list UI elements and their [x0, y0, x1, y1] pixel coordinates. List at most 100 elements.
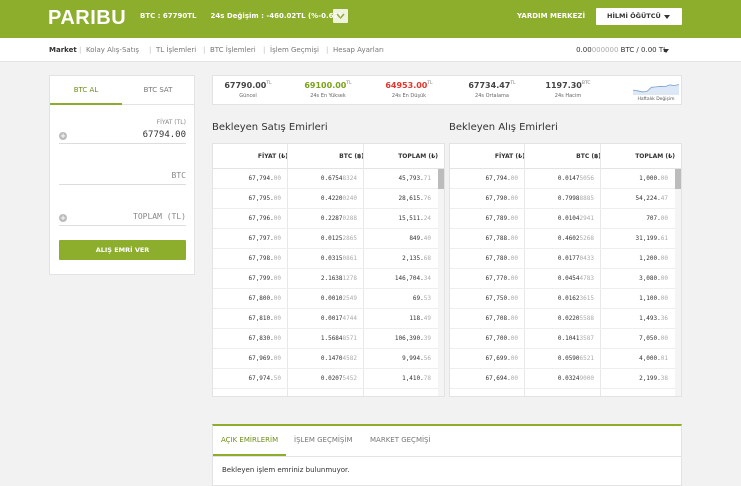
- btc-cell: 0.01475056: [557, 175, 594, 182]
- table-row[interactable]: 67,694.00 0.03249000 2,199.38: [450, 369, 676, 389]
- total-cell: 3,080.00: [639, 275, 668, 282]
- table-row[interactable]: 67,795.00 0.42200240 28,615.76: [213, 189, 439, 209]
- nav-islem-gecmisi[interactable]: İşlem Geçmişi: [270, 46, 319, 54]
- table-row[interactable]: 67,700.00 0.10413587 7,050.00: [450, 329, 676, 349]
- col-header-btc: BTC (฿): [576, 153, 601, 160]
- table-row[interactable]: 67,810.00 0.00174744 118.49: [213, 309, 439, 329]
- balance-display[interactable]: 0.00000000 BTC / 0.00 TL: [576, 46, 667, 54]
- buy-order-book: FİYAT (₺) BTC (฿) TOPLAM (₺) 67,794.00 0.…: [449, 143, 682, 397]
- place-buy-order-button[interactable]: ALIŞ EMRİ VER: [59, 240, 186, 260]
- table-row[interactable]: 67,750.00 0.01623615 1,100.00: [450, 289, 676, 309]
- sub-navigation: Market | Kolay Alış-Satış | TL İşlemleri…: [0, 38, 741, 62]
- table-row[interactable]: 67,788.00 0.46025268 31,199.61: [450, 229, 676, 249]
- weekly-change-sparkline[interactable]: Haftalık Değişim: [633, 80, 679, 102]
- nav-market[interactable]: Market: [49, 46, 77, 54]
- btc-cell: 0.79988885: [557, 195, 594, 202]
- price-cell: 67,794.00: [485, 175, 518, 182]
- empty-orders-message: Bekleyen işlem emriniz bulunmuyor.: [222, 466, 350, 474]
- nav-separator: |: [263, 46, 266, 54]
- table-row[interactable]: 67,796.00 0.22870288 15,511.24: [213, 209, 439, 229]
- user-name: HİLMİ ÖĞÜTCÜ: [607, 12, 661, 20]
- sell-book-header: FİYAT (₺) BTC (฿) TOPLAM (₺): [213, 144, 444, 169]
- help-center-link[interactable]: YARDIM MERKEZİ: [517, 12, 585, 20]
- scrollbar-thumb[interactable]: [438, 169, 444, 189]
- buy-order-rows: 67,794.00 0.01475056 1,000.00 67,790.00 0.79…: [450, 169, 676, 389]
- nav-kolay-alis-satis[interactable]: Kolay Alış-Satış: [86, 46, 139, 54]
- plus-icon[interactable]: +: [59, 214, 67, 222]
- btc-cell: 0.04544783: [557, 275, 594, 282]
- price-cell: 67,708.00: [485, 315, 518, 322]
- table-row[interactable]: 67,830.00 1.56848571 106,390.39: [213, 329, 439, 349]
- stat-current: 67790.00TL Güncel: [213, 81, 283, 99]
- tab-islem-gecmisim[interactable]: İŞLEM GEÇMİŞİM: [294, 436, 352, 444]
- table-row[interactable]: 67,974.50 0.02075452 1,410.78: [213, 369, 439, 389]
- price-cell: 67,770.00: [485, 275, 518, 282]
- table-row[interactable]: 67,797.00 0.01252865 849.40: [213, 229, 439, 249]
- nav-separator: |: [326, 46, 329, 54]
- scrollbar-track[interactable]: [438, 169, 444, 396]
- table-row[interactable]: 67,800.00 0.00102549 69.53: [213, 289, 439, 309]
- table-row[interactable]: 67,789.00 0.01042941 707.00: [450, 209, 676, 229]
- user-menu-button[interactable]: HİLMİ ÖĞÜTCÜ: [596, 8, 682, 25]
- btc-cell: 0.03150861: [320, 255, 357, 262]
- total-cell: 31,199.61: [635, 235, 668, 242]
- col-header-price: FİYAT (₺): [494, 153, 525, 160]
- nav-hesap-ayarlari[interactable]: Hesap Ayarları: [333, 46, 384, 54]
- tab-acik-emirlerim[interactable]: AÇIK EMİRLERİM: [221, 436, 278, 444]
- tab-market-gecmisi[interactable]: MARKET GEÇMİŞİ: [370, 436, 431, 444]
- table-row[interactable]: 67,708.00 0.02205588 1,493.36: [450, 309, 676, 329]
- scrollbar-thumb[interactable]: [675, 169, 681, 189]
- btc-cell: 0.00102549: [320, 295, 357, 302]
- price-cell: 67,795.00: [248, 195, 281, 202]
- total-cell: 54,224.47: [635, 195, 668, 202]
- table-row[interactable]: 67,794.00 0.67548324 45,793.71: [213, 169, 439, 189]
- btc-cell: 0.02205588: [557, 315, 594, 322]
- table-row[interactable]: 67,699.00 0.05906521 4,000.01: [450, 349, 676, 369]
- table-row[interactable]: 67,780.00 0.01770433 1,200.00: [450, 249, 676, 269]
- table-row[interactable]: 67,798.00 0.03150861 2,135.68: [213, 249, 439, 269]
- nav-tl-islemleri[interactable]: TL İşlemleri: [156, 46, 196, 54]
- table-row[interactable]: 67,969.00 0.14704582 9,994.56: [213, 349, 439, 369]
- price-cell: 67,798.00: [248, 255, 281, 262]
- btc-cell: 0.02075452: [320, 375, 357, 382]
- ticker-dropdown-button[interactable]: [333, 9, 348, 23]
- total-cell: 118.49: [409, 315, 431, 322]
- stat-value: 69100.00TL: [304, 81, 352, 90]
- btc-amount-input[interactable]: BTC: [172, 171, 186, 180]
- stat-24h-low: 64953.00TL 24s En Düşük: [374, 81, 444, 99]
- total-cell: 1,200.00: [639, 255, 668, 262]
- price-label: FİYAT (TL): [156, 119, 186, 126]
- table-row[interactable]: 67,794.00 0.01475056 1,000.00: [450, 169, 676, 189]
- table-row[interactable]: 67,770.00 0.04544783 3,080.00: [450, 269, 676, 289]
- table-row[interactable]: 67,790.00 0.79988885 54,224.47: [450, 189, 676, 209]
- nav-btc-islemleri[interactable]: BTC İşlemleri: [210, 46, 256, 54]
- paribu-logo[interactable]: PARIBU: [48, 7, 126, 30]
- price-cell: 67,699.00: [485, 355, 518, 362]
- btc-cell: 0.05906521: [557, 355, 594, 362]
- tab-btc-sat[interactable]: BTC SAT: [122, 76, 194, 105]
- price-input[interactable]: 67794.00: [143, 130, 186, 140]
- stat-label: 24s En Düşük: [391, 93, 427, 99]
- plus-icon[interactable]: +: [59, 132, 67, 140]
- buy-book-header: FİYAT (₺) BTC (฿) TOPLAM (₺): [450, 144, 681, 169]
- total-cell: 849.40: [409, 235, 431, 242]
- chevron-down-icon: [336, 13, 345, 20]
- total-cell: 1,493.36: [639, 315, 668, 322]
- total-cell: 45,793.71: [398, 175, 431, 182]
- market-stats-bar: 67790.00TL Güncel 69100.00TL 24s En Yüks…: [212, 75, 682, 105]
- total-cell: 146,704.34: [394, 275, 431, 282]
- price-cell: 67,780.00: [485, 255, 518, 262]
- stat-value: 1197.30BTC: [545, 81, 591, 90]
- order-panel: BTC AL BTC SAT FİYAT (TL) + 67794.00 BTC…: [49, 75, 195, 275]
- price-cell: 67,794.00: [248, 175, 281, 182]
- btc-cell: 2.16381278: [320, 275, 357, 282]
- tab-btc-al[interactable]: BTC AL: [50, 76, 122, 105]
- ticker-price: BTC : 67790TL: [140, 12, 197, 20]
- price-cell: 67,830.00: [248, 335, 281, 342]
- total-cell: 106,390.39: [394, 335, 431, 342]
- price-cell: 67,788.00: [485, 235, 518, 242]
- table-row[interactable]: 67,799.00 2.16381278 146,704.34: [213, 269, 439, 289]
- scrollbar-track[interactable]: [675, 169, 681, 396]
- caret-down-icon[interactable]: [663, 49, 669, 53]
- total-input[interactable]: TOPLAM (TL): [133, 212, 186, 221]
